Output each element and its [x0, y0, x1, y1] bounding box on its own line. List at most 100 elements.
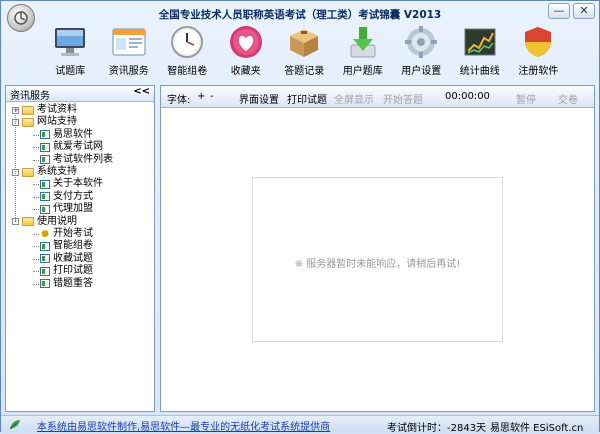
toolbar-button-register[interactable]: 注册软件: [509, 25, 568, 81]
toolbar-label: 用户设置: [401, 66, 442, 77]
tree-leaf-item[interactable]: 关于本软件: [40, 178, 103, 190]
tree-connector: [33, 234, 39, 235]
toolbar-label: 注册软件: [518, 66, 559, 77]
gear-icon: [403, 25, 439, 59]
document-icon: [40, 254, 50, 264]
document-icon: [40, 204, 50, 214]
toolbar-button-info-service[interactable]: 资讯服务: [100, 25, 159, 81]
tree-folder-item[interactable]: + 考试资料: [12, 104, 77, 116]
document-icon: [40, 266, 50, 276]
font-size-label: 字体:: [167, 95, 191, 106]
tree-connector: [33, 147, 39, 149]
status-bar: 本系统由易思软件制作,易思软件—最专业的无纸化考试系统提供商 考试倒计时：-28…: [1, 415, 599, 434]
title-bar[interactable]: 全国专业技术人员职称英语考试（理工类）考试锦囊 V2013 — ✕: [1, 1, 599, 32]
download-arrow-icon: [345, 25, 381, 59]
tree-item-label: 智能组卷: [53, 240, 93, 252]
window-title: 全国专业技术人员职称英语考试（理工类）考试锦囊 V2013: [158, 9, 442, 21]
page-setup-button[interactable]: 界面设置: [239, 91, 279, 106]
lightbulb-icon: ●: [41, 229, 49, 239]
tree-connector: [33, 196, 39, 198]
toolbar-button-answer-records[interactable]: 答题记录: [275, 25, 334, 81]
company-link[interactable]: 本系统由易思软件制作,易思软件—最专业的无纸化考试系统提供商: [37, 418, 330, 433]
tree-item-label: 错题重答: [53, 277, 93, 289]
document-icon: [40, 192, 50, 202]
folder-icon: [22, 167, 34, 177]
tree-item-label: 系统支持: [37, 166, 77, 177]
tree-leaf-item[interactable]: 代理加盟: [40, 203, 93, 215]
content-area: ※ 服务器暂时未能响应，请稍后再试!: [252, 177, 503, 342]
tree-leaf-item[interactable]: 收藏试题: [40, 253, 93, 265]
info-service-panel: 资讯服务 << + 考试资料 - 网站支持 易思软件 就爱考试网 考试软件列表 - 系统支持 关于…: [5, 85, 155, 412]
leaf-icon: [9, 419, 21, 433]
tree-leaf-item[interactable]: 就爱考试网: [40, 141, 103, 153]
browser-window-icon: [111, 25, 147, 59]
document-icon: [40, 155, 50, 165]
panel-header: 资讯服务 <<: [6, 86, 154, 102]
toolbar-button-user-bank[interactable]: 用户题库: [334, 25, 393, 81]
start-answering-button[interactable]: 开始答题: [383, 91, 423, 106]
tree-connector: [33, 271, 39, 273]
tree-leaf-item[interactable]: 易思软件: [40, 129, 93, 141]
line-chart-icon: [462, 25, 498, 59]
tree-item-label: 关于本软件: [53, 178, 103, 190]
toolbar-label: 用户题库: [342, 66, 383, 77]
submit-paper-button[interactable]: 交卷: [558, 91, 578, 106]
close-button[interactable]: ✕: [573, 3, 595, 19]
tree-item-label: 易思软件: [53, 128, 93, 140]
question-panel: 字体: + - 界面设置 打印试题 全屏显示 开始答题 00:00:00 暂停 …: [160, 85, 595, 412]
tree-leaf-item[interactable]: 打印试题: [40, 265, 93, 277]
tree-connector: [33, 283, 39, 285]
panel-title: 资讯服务: [10, 91, 50, 102]
fullscreen-button[interactable]: 全屏显示: [334, 91, 374, 106]
minimize-button[interactable]: —: [548, 3, 570, 19]
toolbar-label: 试题库: [55, 66, 86, 77]
heart-icon: [228, 25, 264, 59]
font-increase-button[interactable]: +: [197, 91, 205, 102]
box-icon: [286, 25, 322, 59]
font-decrease-button[interactable]: -: [210, 91, 214, 102]
tree-item-label: 打印试题: [53, 265, 93, 277]
tree-connector: [33, 246, 39, 248]
toolbar-button-user-settings[interactable]: 用户设置: [392, 25, 451, 81]
tree-leaf-item[interactable]: 智能组卷: [40, 240, 93, 252]
tree-leaf-item[interactable]: 支付方式: [40, 191, 93, 203]
tree-connector: [33, 184, 39, 186]
tree-item-label: 支付方式: [53, 190, 93, 202]
shield-icon: [520, 25, 556, 59]
tree-leaf-item[interactable]: 错题重答: [40, 278, 93, 290]
monitor-icon: [52, 25, 88, 59]
collapse-panel-button[interactable]: <<: [133, 86, 150, 97]
toolbar-button-stats-curve[interactable]: 统计曲线: [451, 25, 510, 81]
folder-icon: [22, 217, 34, 227]
document-icon: [40, 130, 50, 140]
tree-leaf-item[interactable]: 考试软件列表: [40, 154, 113, 166]
document-icon: [40, 279, 50, 289]
tree-folder-item[interactable]: - 使用说明: [12, 216, 77, 228]
main-window: 全国专业技术人员职称英语考试（理工类）考试锦囊 V2013 — ✕ 试题库 资讯…: [0, 0, 600, 434]
toolbar-button-favorites[interactable]: 收藏夹: [217, 25, 276, 81]
toolbar-button-smart-paper[interactable]: 智能组卷: [158, 25, 217, 81]
print-questions-button[interactable]: 打印试题: [287, 91, 327, 106]
clock-icon: [169, 25, 205, 59]
tree-folder-item[interactable]: - 网站支持: [12, 116, 77, 128]
tree-connector: [33, 258, 39, 260]
tree-item-label: 代理加盟: [53, 203, 93, 215]
question-toolbar: 字体: + - 界面设置 打印试题 全屏显示 开始答题 00:00:00 暂停 …: [161, 86, 594, 108]
tree-folder-item[interactable]: - 系统支持: [12, 166, 77, 178]
main-toolbar: 试题库 资讯服务 智能组卷 收藏夹 答题记录 用户题库 用户设置 统计曲线 注册…: [41, 25, 568, 81]
document-icon: [40, 142, 50, 152]
toolbar-button-question-bank[interactable]: 试题库: [41, 25, 100, 81]
tree-item-label: 就爱考试网: [53, 141, 103, 153]
tree-leaf-item[interactable]: ● 开始考试: [40, 228, 93, 240]
tree-item-label: 开始考试: [53, 228, 93, 239]
toolbar-label: 资讯服务: [108, 66, 149, 77]
tree-item-label: 考试软件列表: [53, 153, 113, 165]
tree-item-label: 收藏试题: [53, 252, 93, 264]
tree-connector: [33, 159, 39, 161]
folder-icon: [22, 105, 34, 115]
toolbar-label: 智能组卷: [167, 66, 208, 77]
folder-icon: [22, 117, 34, 127]
toolbar-label: 收藏夹: [230, 66, 261, 77]
tree-connector: [33, 134, 39, 136]
pause-button[interactable]: 暂停: [516, 91, 536, 106]
